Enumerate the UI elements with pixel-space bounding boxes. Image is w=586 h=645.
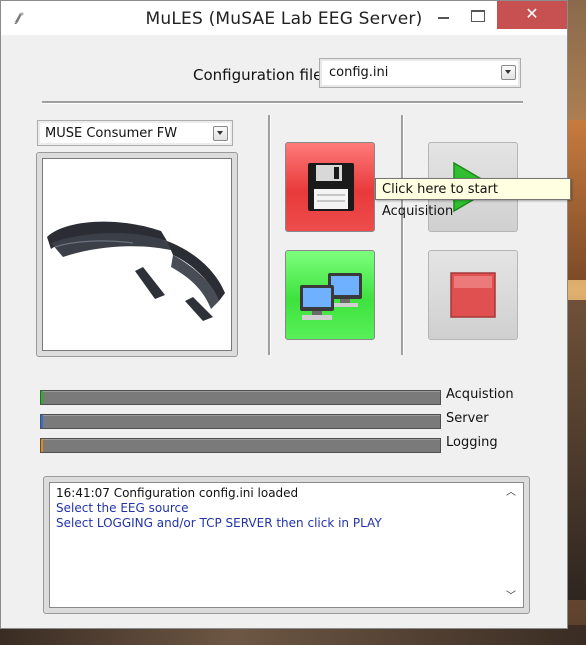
logging-button[interactable] [285,142,375,232]
log-line: 16:41:07 Configuration config.ini loaded [56,486,299,500]
network-computers-icon [300,273,362,320]
chevron-down-icon[interactable] [213,126,228,141]
chevron-down-icon[interactable] [501,65,516,80]
scroll-down-icon[interactable]: ﹀ [505,591,517,603]
acquisition-progress-bar [40,390,441,405]
config-file-select[interactable]: config.ini [319,58,521,88]
client-area: Configuration file config.ini MUSE Consu… [9,35,557,621]
logging-progress-fill [41,439,43,452]
scroll-up-icon[interactable]: ︿ [505,487,517,499]
log-panel: 16:41:07 Configuration config.ini loaded… [43,476,530,614]
acquisition-progress-fill [41,391,43,404]
title-bar[interactable]: MuLES (MuSAE Lab EEG Server) ✕ [1,1,567,35]
vertical-divider [401,115,404,355]
log-line: Select LOGGING and/or TCP SERVER then cl… [56,516,382,530]
device-image-panel [36,152,238,357]
wallpaper-shadow [566,300,586,600]
server-progress-fill [41,415,43,428]
horizontal-divider [42,101,523,104]
server-progress-bar [40,414,441,429]
maximize-button[interactable] [463,1,493,29]
floppy-disk-icon [308,163,354,211]
logging-progress-bar [40,438,441,453]
muse-headband-image [42,158,232,351]
config-file-label: Configuration file [193,66,323,84]
wallpaper-rock [566,120,586,280]
log-line: Select the EEG source [56,501,189,515]
config-file-value: config.ini [329,65,389,80]
stop-icon [450,272,496,318]
logging-label: Logging [446,435,498,450]
close-button[interactable]: ✕ [497,1,567,29]
acquisition-label: Acquistion [446,387,514,402]
vertical-divider [268,115,271,355]
app-window: MuLES (MuSAE Lab EEG Server) ✕ Configura… [0,0,568,629]
log-textbox[interactable]: 16:41:07 Configuration config.ini loaded… [49,482,524,608]
tcp-server-button[interactable] [285,250,375,340]
server-label: Server [446,411,489,426]
eeg-device-value: MUSE Consumer FW [45,126,178,141]
minimize-button[interactable] [429,1,459,29]
eeg-device-select[interactable]: MUSE Consumer FW [37,120,233,146]
play-tooltip: Click here to start Acquisition [375,178,571,219]
stop-button[interactable] [428,250,518,340]
